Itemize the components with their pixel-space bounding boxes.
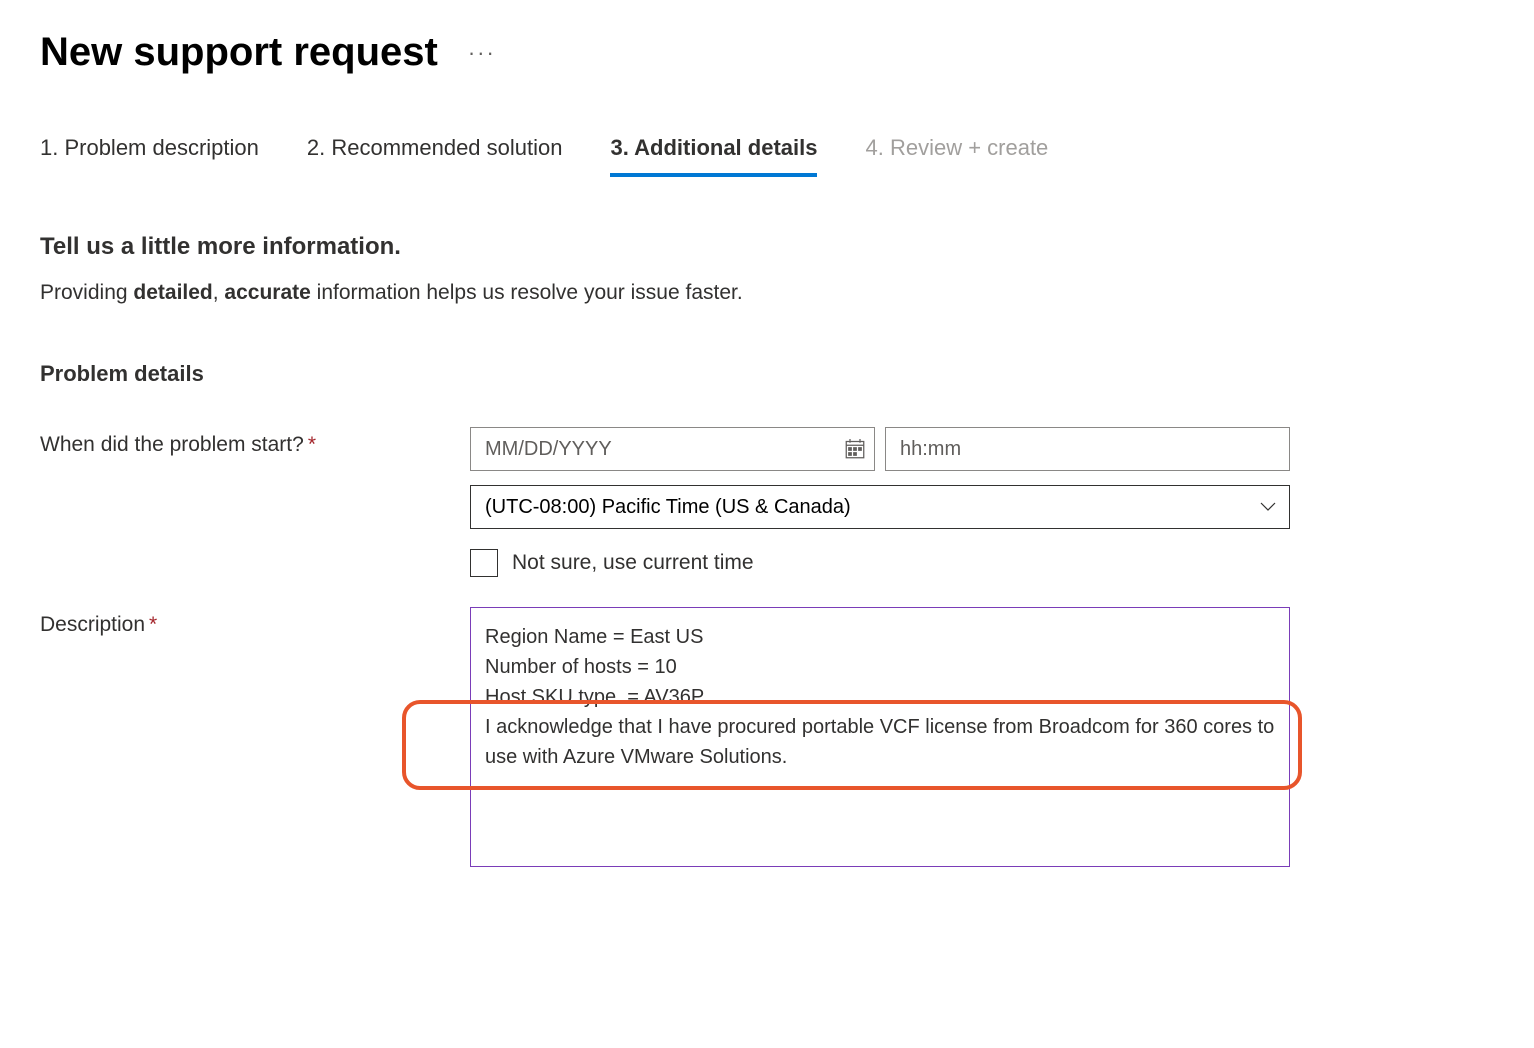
not-sure-label: Not sure, use current time: [512, 551, 754, 575]
description-textarea[interactable]: [470, 607, 1290, 867]
subtext-mid: ,: [213, 281, 225, 304]
when-started-label-text: When did the problem start?: [40, 433, 304, 456]
subtext-prefix: Providing: [40, 281, 133, 304]
tab-review-create: 4. Review + create: [865, 135, 1048, 177]
when-started-row: When did the problem start?*: [40, 427, 1494, 577]
page-header: New support request ···: [40, 30, 1494, 75]
tab-problem-description[interactable]: 1. Problem description: [40, 135, 259, 177]
section-subtext: Providing detailed, accurate information…: [40, 281, 1494, 305]
date-input-wrapper: [470, 427, 875, 471]
more-options-icon[interactable]: ···: [468, 40, 496, 66]
time-input-wrapper: [885, 427, 1290, 471]
page-title: New support request: [40, 30, 438, 75]
description-label-text: Description: [40, 613, 145, 636]
timezone-select-wrapper: (UTC-08:00) Pacific Time (US & Canada): [470, 485, 1290, 529]
time-input[interactable]: [885, 427, 1290, 471]
description-label: Description*: [40, 607, 470, 637]
subtext-bold1: detailed: [133, 281, 212, 304]
subtext-bold2: accurate: [224, 281, 310, 304]
when-started-label: When did the problem start?*: [40, 427, 470, 457]
date-input[interactable]: [470, 427, 875, 471]
subtext-suffix: information helps us resolve your issue …: [311, 281, 743, 304]
wizard-tabs: 1. Problem description 2. Recommended so…: [40, 135, 1494, 177]
not-sure-checkbox[interactable]: [470, 549, 498, 577]
timezone-select[interactable]: (UTC-08:00) Pacific Time (US & Canada): [470, 485, 1290, 529]
description-row: Description*: [40, 607, 1494, 873]
required-asterisk: *: [308, 433, 316, 456]
required-asterisk: *: [149, 613, 157, 636]
description-textarea-wrapper: [470, 607, 1290, 873]
problem-details-heading: Problem details: [40, 361, 1494, 387]
tab-additional-details[interactable]: 3. Additional details: [610, 135, 817, 177]
tab-recommended-solution[interactable]: 2. Recommended solution: [307, 135, 563, 177]
not-sure-checkbox-row: Not sure, use current time: [470, 549, 1290, 577]
section-heading: Tell us a little more information.: [40, 233, 1494, 261]
